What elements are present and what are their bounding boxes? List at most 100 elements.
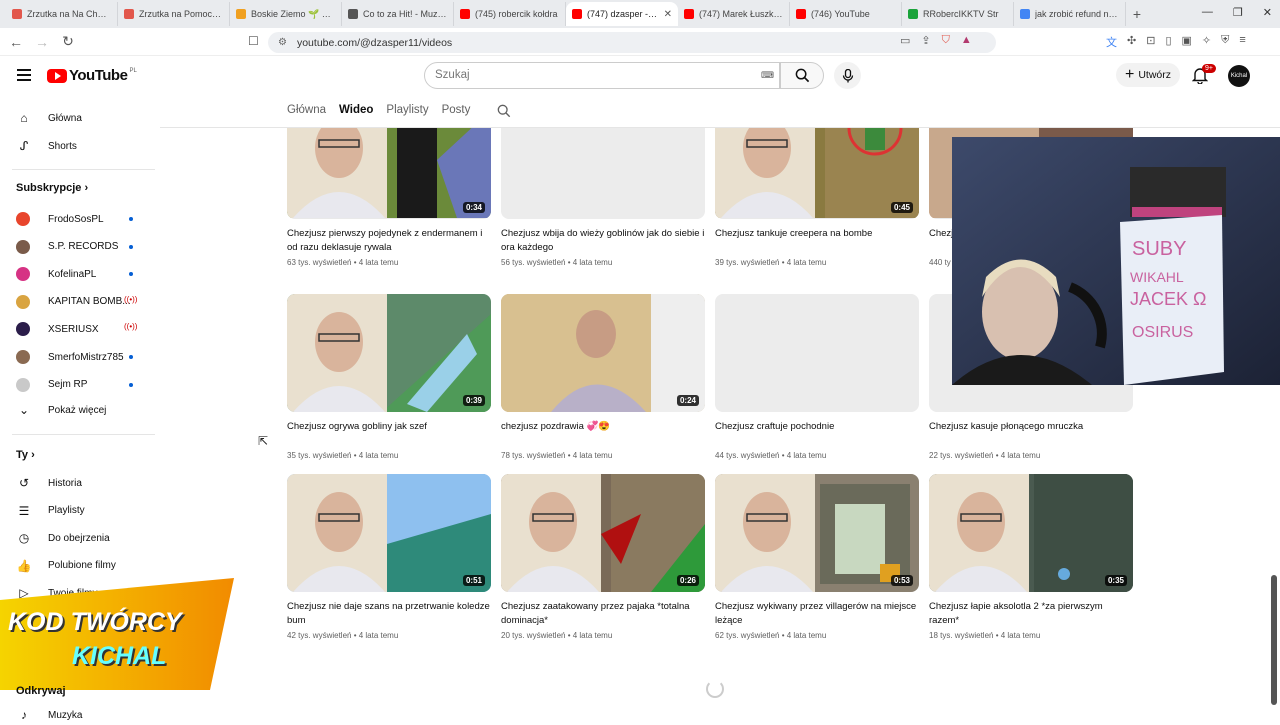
sidebar-item-you[interactable]: ☰ Playlisty [16,501,85,521]
video-thumbnail[interactable]: 0:24 [501,294,705,412]
video-title[interactable]: Chezjusz craftuje pochodnie [715,420,919,448]
video-thumbnail[interactable] [715,294,919,412]
video-title[interactable]: Chezjusz ogrywa gobliny jak szef [287,420,491,448]
screenshot-icon[interactable]: ⊡ [1146,34,1155,50]
video-title[interactable]: Chezjusz wbija do wieży goblinów jak do … [501,227,705,255]
video-title[interactable]: chezjusz pozdrawia 💞😍 [501,420,705,448]
video-thumbnail[interactable]: 0:35 [929,474,1133,592]
video-card[interactable]: 0:24 chezjusz pozdrawia 💞😍 78 tys. wyświet… [501,294,705,460]
sidebar-item-label: Historia [48,477,82,489]
search-input[interactable]: Szukaj [424,62,780,89]
video-thumbnail[interactable]: 0:34 [287,128,491,219]
reload-icon[interactable]: ↻ [58,33,78,50]
sidebar-item-you[interactable]: 👍 Polubione filmy [16,556,116,576]
subscription-label: S.P. RECORDS [48,241,119,253]
back-icon[interactable]: ← [6,34,26,50]
browser-tab[interactable]: (747) dzasper - Yo ✕ [566,2,678,26]
browser-tab[interactable]: Co to za Hit! - Muzyca [342,2,454,26]
video-card[interactable]: 0:39 Chezjusz ogrywa gobliny jak szef 35 t… [287,294,491,460]
share-icon[interactable]: ⇪ [921,34,930,47]
site-info-icon[interactable]: ⚙ [278,37,287,48]
account-avatar[interactable]: Kichal [1228,65,1250,87]
subscription-label: Sejm RP [48,379,88,391]
sidebar-item-you[interactable]: ◷ Do obejrzenia [16,528,110,548]
subscription-item[interactable]: Sejm RP [16,375,133,395]
video-card[interactable]: 0:34 Chezjusz pierwszy pojedynek z enderm… [287,100,491,267]
address-bar[interactable]: ⚙ youtube.com/@dzasper11/videos [268,32,996,53]
keyboard-icon[interactable]: ⌨ [761,70,774,81]
video-title[interactable]: Chezjusz nie daje szans na przetrwanie k… [287,600,491,628]
subscription-label: FrodoSosPL [48,213,104,225]
sidebar-item-shorts[interactable]: ᔑ Shorts [16,136,77,156]
wallet-icon[interactable]: ▣ [1182,34,1192,50]
video-thumbnail[interactable]: 0:53 [715,474,919,592]
subscription-item[interactable]: FrodoSosPL [16,209,133,229]
video-card[interactable]: 0:35 Chezjusz łapie aksolotla 2 *za pierw… [929,474,1133,640]
video-thumbnail[interactable]: 0:45 [715,128,919,219]
video-title[interactable]: Chezjusz pierwszy pojedynek z endermanem… [287,227,491,255]
video-title[interactable]: Chezjusz kasuje płonącego mruczka [929,420,1133,448]
page-scrollbar[interactable] [1271,575,1277,705]
new-content-dot [129,272,133,277]
close-window-icon[interactable]: ✕ [1263,6,1272,19]
voice-search-button[interactable] [834,62,861,89]
video-title[interactable]: Chezjusz zaatakowany przez pajaka *total… [501,600,705,628]
leo-icon[interactable]: ✧ [1202,34,1211,50]
browser-tab[interactable]: Zrzutka na Pomoc dla [118,2,230,26]
video-thumbnail[interactable]: 0:51 [287,474,491,592]
browser-tab[interactable]: (745) robercik kołdra [454,2,566,26]
video-card[interactable]: 0:51 Chezjusz nie daje szans na przetrwan… [287,474,491,640]
subscription-item[interactable]: S.P. RECORDS [16,237,133,257]
rewards-icon[interactable]: ▲ [961,34,972,47]
vpn-icon[interactable]: ⛨ [1221,34,1229,50]
video-thumbnail[interactable]: 0:26 [501,474,705,592]
watch-later-icon: ◷ [18,531,30,546]
tab-favicon-icon [1020,9,1030,19]
browser-tab[interactable]: (746) YouTube [790,2,902,26]
create-button[interactable]: + Utwórz [1116,63,1180,87]
browser-tab[interactable]: (747) Marek Łuszkiew [678,2,790,26]
video-title[interactable]: Chezjusz tankuje creepera na bombe [715,227,919,255]
browser-tab[interactable]: jak zrobić refund na st [1014,2,1126,26]
video-duration: 0:26 [676,575,699,586]
subscription-item[interactable]: SmerfoMistrz785 [16,347,133,367]
video-title[interactable]: Chezjusz wykiwany przez villagerów na mi… [715,600,919,628]
new-content-dot [129,382,133,387]
sidebar-item-you[interactable]: ↺ Historia [16,473,82,493]
forward-icon[interactable]: → [32,34,52,50]
brave-shield-icon[interactable]: ⛉ [942,34,950,47]
video-card[interactable]: 0:45 Chezjusz tankuje creepera na bombe 39… [715,100,919,267]
subscriptions-header[interactable]: Subskrypcje › [16,182,88,194]
you-header[interactable]: Ty › [16,449,35,461]
minimize-icon[interactable]: — [1202,6,1213,19]
video-title[interactable]: Chezjusz łapie aksolotla 2 *za pierwszym… [929,600,1133,628]
video-thumbnail[interactable]: 0:39 [287,294,491,412]
sidebar-item-music[interactable]: ♪ Muzyka [16,705,82,725]
subscription-item[interactable]: KofelinaPL [16,264,133,284]
subscription-item[interactable]: XSERIUSX ((•)) [16,319,137,339]
youtube-logo[interactable]: YouTube PL [47,67,137,84]
new-tab-icon[interactable]: + [1126,6,1148,22]
hamburger-menu-icon[interactable] [17,69,31,84]
tab-close-icon[interactable]: ✕ [664,9,672,20]
sidebar-icon[interactable]: ▯ [1165,34,1171,50]
video-card[interactable]: 0:53 Chezjusz wykiwany przez villagerów n… [715,474,919,640]
translate-icon[interactable]: 文 [1106,34,1117,50]
browser-tab[interactable]: Boskie Ziemo 🌱 Reko [230,2,342,26]
restore-icon[interactable]: ❐ [1233,6,1243,19]
extension-icon[interactable]: ✣ [1127,34,1136,50]
cast-icon[interactable]: ▭ [900,34,910,47]
subscription-item[interactable]: KAPITAN BOMB... ((•)) [16,292,137,312]
video-card[interactable]: Chezjusz craftuje pochodnie 44 tys. wyświ… [715,294,919,460]
menu-icon[interactable]: ≡ [1239,34,1245,50]
tab-title: jak zrobić refund na st [1035,9,1119,19]
show-more-button[interactable]: ⌄ Pokaż więcej [16,400,106,420]
bookmark-icon[interactable]: ☐ [248,34,259,48]
video-card[interactable]: 0:26 Chezjusz zaatakowany przez pajaka *t… [501,474,705,640]
video-thumbnail[interactable] [501,128,705,219]
video-card[interactable]: Chezjusz wbija do wieży goblinów jak do … [501,100,705,267]
browser-tab[interactable]: Zrzutka na Na Chore C [6,2,118,26]
search-button[interactable] [780,62,824,89]
sidebar-item-główna[interactable]: ⌂ Główna [16,108,82,128]
browser-tab[interactable]: RRobercIKKTV Str [902,2,1014,26]
